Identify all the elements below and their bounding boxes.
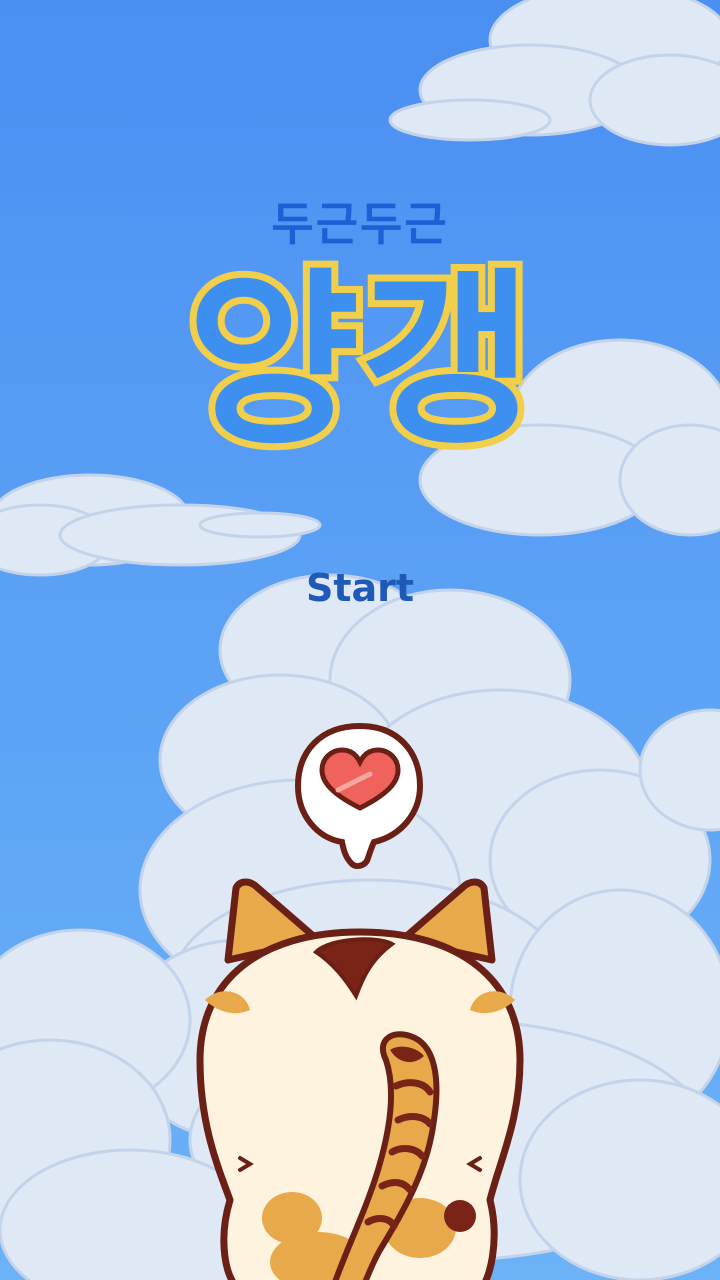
title-screen: 두근두근 양갱 Start (0, 0, 720, 1280)
cat-scene (196, 722, 524, 1280)
heart-speech-bubble-icon (294, 722, 424, 869)
cat-character (196, 878, 524, 1280)
